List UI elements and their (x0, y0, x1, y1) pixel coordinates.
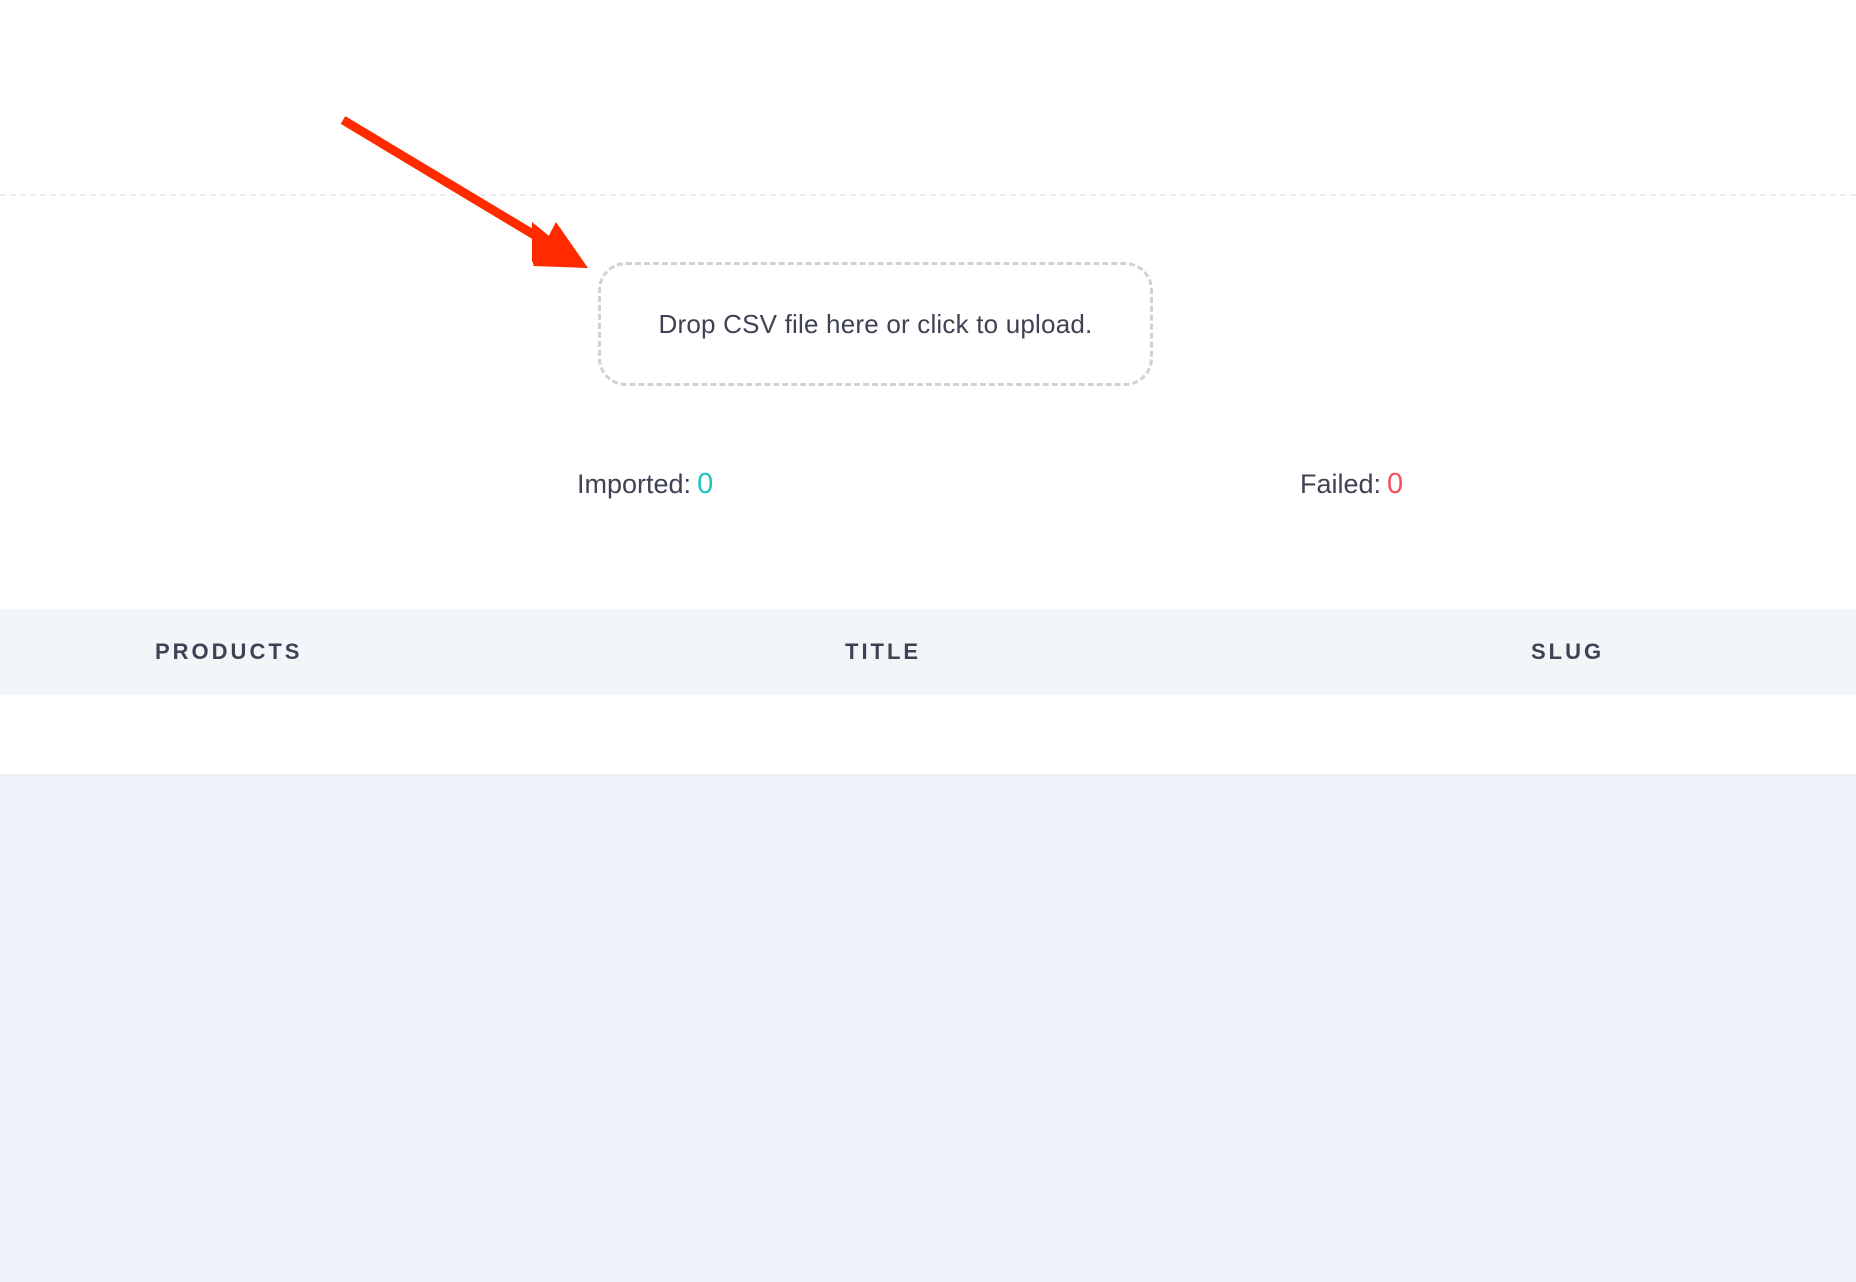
failed-label: Failed: (1300, 469, 1382, 499)
imported-count: 0 (697, 468, 714, 500)
section-divider (0, 194, 1856, 196)
failed-count: 0 (1387, 468, 1404, 500)
imported-stat: Imported: 0 (577, 468, 713, 501)
column-header-title[interactable]: TITLE (845, 609, 921, 695)
dropzone-label: Drop CSV file here or click to upload. (658, 308, 1093, 339)
column-header-slug[interactable]: SLUG (1531, 609, 1604, 695)
failed-stat: Failed: 0 (1300, 468, 1403, 501)
table-body (0, 695, 1856, 774)
import-card: Drop CSV file here or click to upload. I… (0, 0, 1856, 774)
csv-upload-dropzone[interactable]: Drop CSV file here or click to upload. (598, 262, 1153, 386)
card-header-area (0, 0, 1856, 194)
imported-label: Imported: (577, 469, 692, 499)
table-header: PRODUCTS TITLE SLUG (0, 609, 1856, 695)
column-header-products[interactable]: PRODUCTS (155, 609, 302, 695)
